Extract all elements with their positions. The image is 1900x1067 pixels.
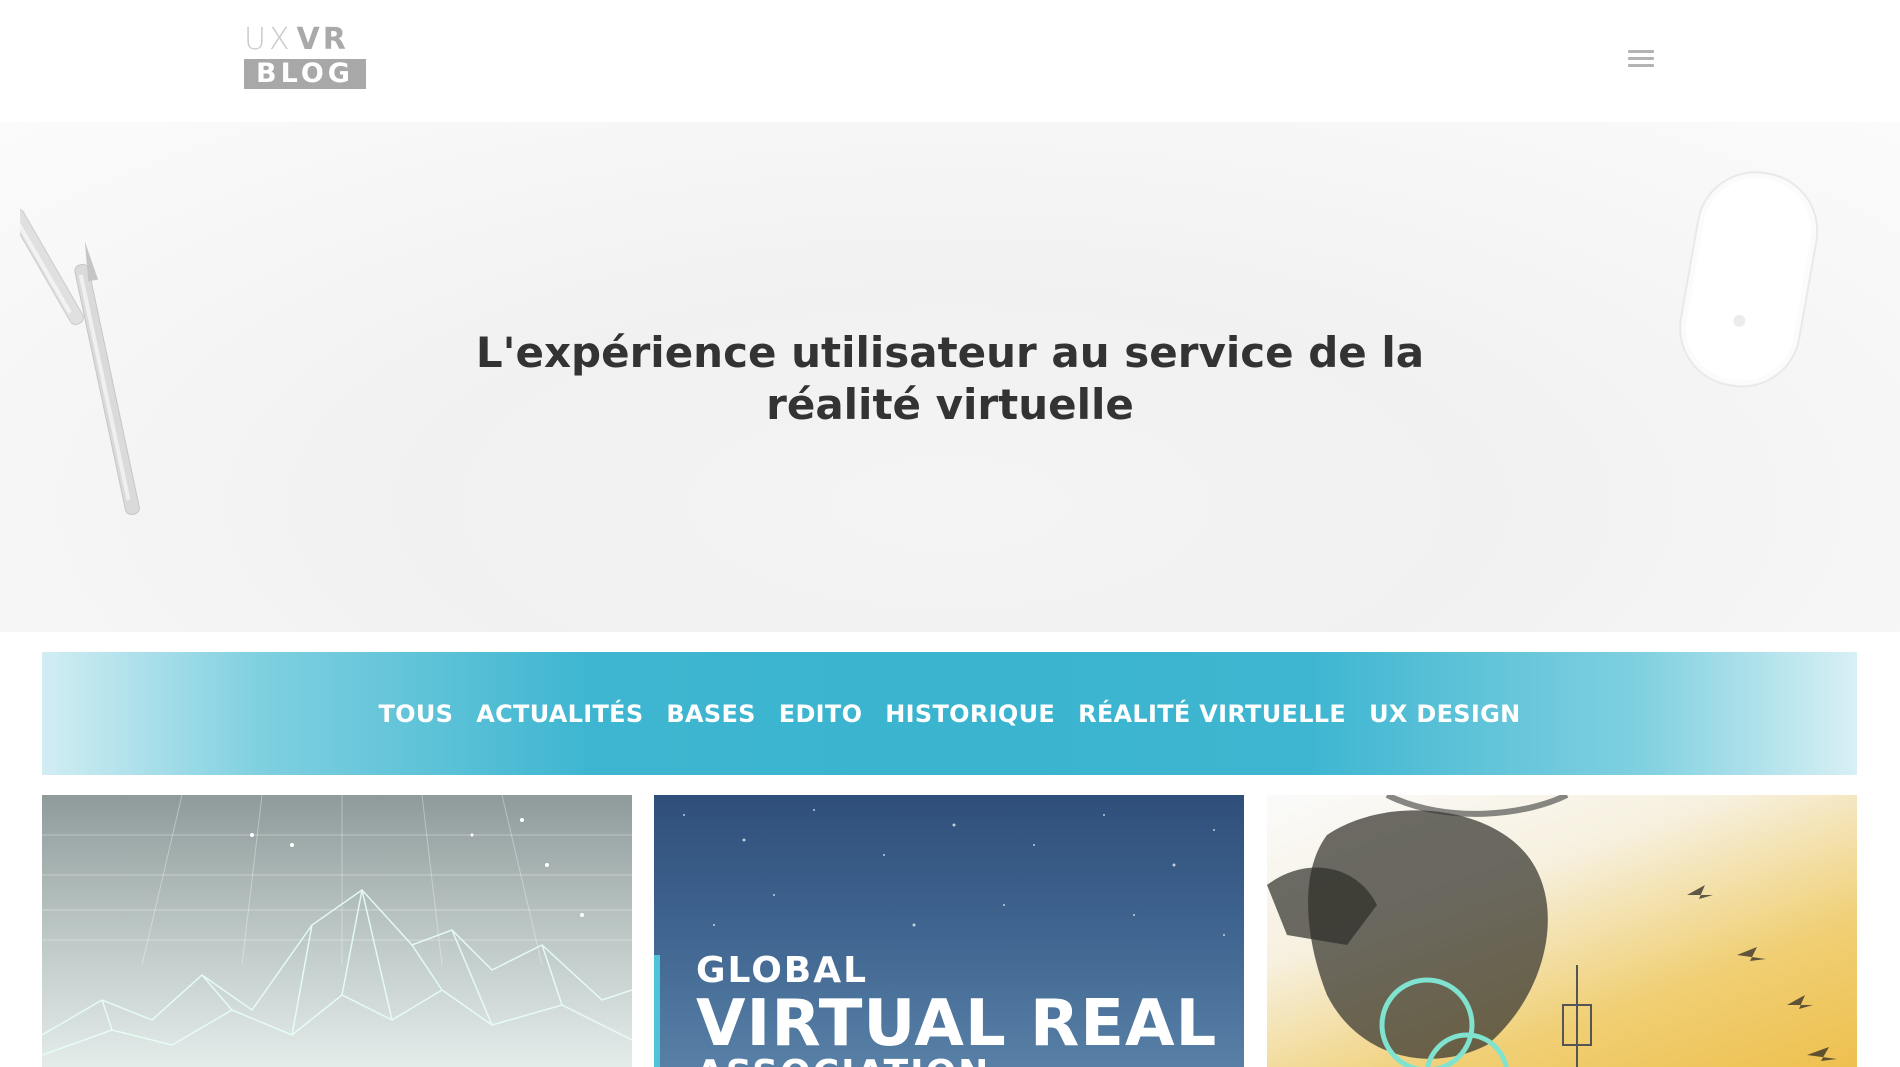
- category-realite-virtuelle[interactable]: RÉALITÉ VIRTUELLE: [1078, 700, 1346, 728]
- menu-line: [1628, 50, 1654, 53]
- gvra-line-1: GLOBAL: [696, 950, 869, 991]
- post-card[interactable]: GLOBAL VIRTUAL REAL ASSOCIATION: [654, 795, 1244, 1067]
- gvra-line-2: VIRTUAL REAL: [696, 987, 1218, 1061]
- menu-line: [1628, 64, 1654, 67]
- category-tous[interactable]: TOUS: [379, 700, 454, 728]
- post-card[interactable]: [1267, 795, 1857, 1067]
- category-ux-design[interactable]: UX DESIGN: [1369, 700, 1520, 728]
- accent-bar: [654, 955, 660, 1067]
- category-historique[interactable]: HISTORIQUE: [885, 700, 1055, 728]
- logo-ux-text: UX: [244, 22, 293, 57]
- pen-decoration-image: [20, 208, 140, 516]
- category-bases[interactable]: BASES: [666, 700, 755, 728]
- logo-top-row: UX VR: [244, 22, 366, 57]
- hamburger-menu-icon[interactable]: [1628, 48, 1654, 68]
- category-list: TOUS ACTUALITÉS BASES EDITO HISTORIQUE R…: [379, 700, 1521, 728]
- site-logo[interactable]: UX VR BLOG: [244, 22, 366, 90]
- hero-title: L'expérience utilisateur au service de l…: [475, 328, 1425, 429]
- category-filter-bar: TOUS ACTUALITÉS BASES EDITO HISTORIQUE R…: [42, 652, 1857, 775]
- vr-illustration-image: [1267, 795, 1837, 1067]
- mouse-decoration-image: [1679, 171, 1819, 388]
- category-actualites[interactable]: ACTUALITÉS: [476, 700, 643, 728]
- gvra-line-3: ASSOCIATION: [696, 1053, 990, 1067]
- logo-blog-text: BLOG: [244, 59, 366, 89]
- hero-banner: L'expérience utilisateur au service de l…: [0, 122, 1900, 632]
- wireframe-mountains-image: [42, 795, 632, 1056]
- logo-vr-text: VR: [296, 22, 349, 57]
- post-card[interactable]: [42, 795, 632, 1067]
- site-header: UX VR BLOG: [0, 0, 1900, 122]
- category-edito[interactable]: EDITO: [779, 700, 863, 728]
- menu-line: [1628, 57, 1654, 60]
